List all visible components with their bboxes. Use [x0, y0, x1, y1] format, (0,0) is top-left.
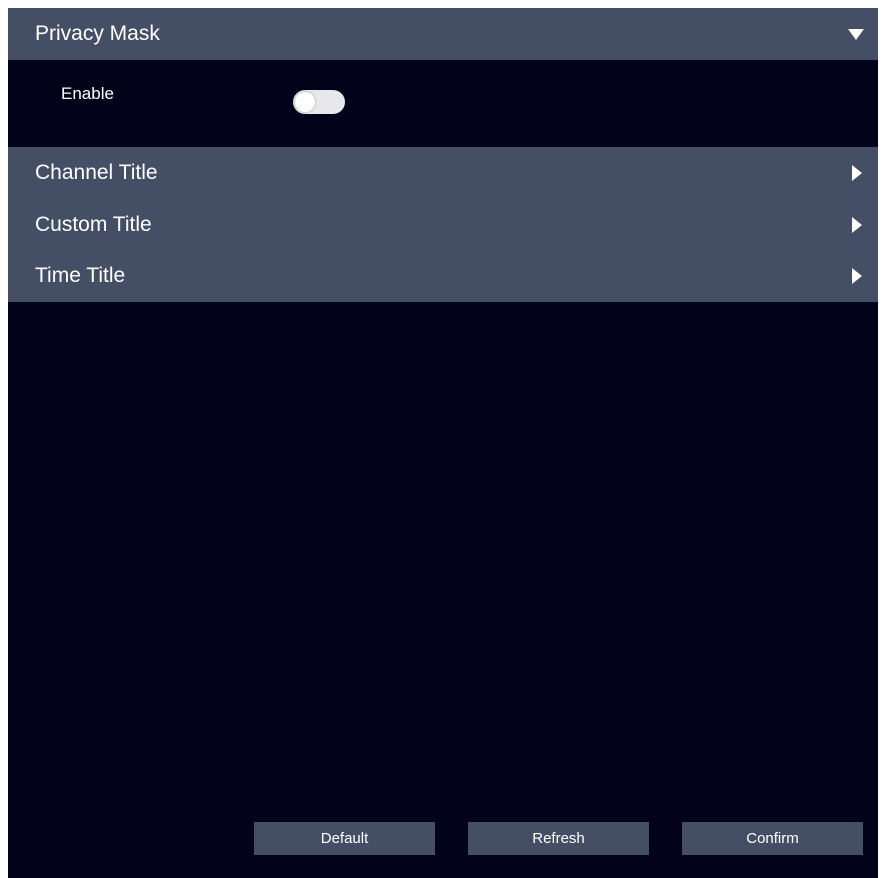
privacy-mask-title: Privacy Mask — [35, 22, 160, 45]
channel-title-label: Channel Title — [35, 161, 158, 184]
time-title-header[interactable]: Time Title — [8, 250, 878, 302]
caret-right-icon — [852, 217, 862, 233]
custom-title-header[interactable]: Custom Title — [8, 199, 878, 251]
toggle-knob — [295, 92, 315, 112]
enable-label: Enable — [61, 84, 114, 103]
caret-down-icon — [848, 29, 864, 40]
confirm-button[interactable]: Confirm — [682, 822, 863, 855]
privacy-mask-header[interactable]: Privacy Mask — [8, 8, 878, 60]
default-button[interactable]: Default — [254, 822, 435, 855]
enable-toggle[interactable] — [293, 90, 345, 114]
caret-right-icon — [852, 268, 862, 284]
time-title-label: Time Title — [35, 264, 126, 287]
custom-title-label: Custom Title — [35, 213, 152, 236]
channel-title-header[interactable]: Channel Title — [8, 147, 878, 199]
caret-right-icon — [852, 165, 862, 181]
collapsed-sections: Channel Title Custom Title Time Title — [8, 147, 878, 302]
refresh-button[interactable]: Refresh — [468, 822, 649, 855]
privacy-mask-enable-row: Enable — [8, 66, 878, 122]
osd-settings-panel: Privacy Mask Enable Channel Title Custom… — [8, 8, 878, 878]
